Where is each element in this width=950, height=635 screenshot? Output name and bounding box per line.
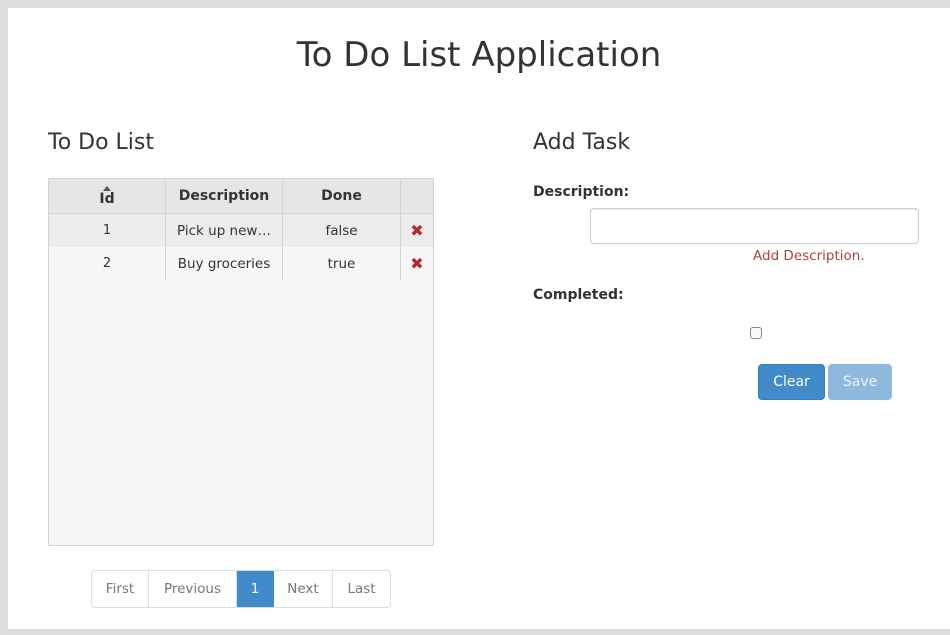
pagination-first[interactable]: First <box>92 571 149 607</box>
cell-description: Buy groceries <box>166 247 283 280</box>
column-header-done[interactable]: Done <box>283 179 401 213</box>
description-error: Add Description. <box>753 248 865 264</box>
page: To Do List Application To Do List Id Des… <box>8 8 950 629</box>
column-header-description[interactable]: Description <box>166 179 283 213</box>
delete-cell: ✖ <box>401 214 433 247</box>
pagination-next[interactable]: Next <box>274 571 333 607</box>
delete-cell: ✖ <box>401 247 433 280</box>
pagination-previous[interactable]: Previous <box>149 571 237 607</box>
cell-done: true <box>283 247 401 280</box>
cell-description: Pick up new… <box>166 214 283 247</box>
list-title: To Do List <box>48 130 155 155</box>
pagination-page-current[interactable]: 1 <box>237 571 274 607</box>
completed-label: Completed: <box>533 287 624 303</box>
todo-grid: Id Description Done 1 Pick up new… false… <box>48 178 434 546</box>
cell-id: 2 <box>49 247 166 280</box>
pagination: First Previous 1 Next Last <box>91 570 391 608</box>
form-title: Add Task <box>533 130 631 155</box>
table-row[interactable]: 1 Pick up new… false ✖ <box>49 214 433 247</box>
delete-icon[interactable]: ✖ <box>410 221 423 240</box>
cell-done: false <box>283 214 401 247</box>
column-header-id-label: Id <box>99 191 115 207</box>
delete-icon[interactable]: ✖ <box>410 254 423 273</box>
save-button[interactable]: Save <box>828 364 892 400</box>
cell-id: 1 <box>49 214 166 247</box>
completed-checkbox[interactable] <box>750 327 762 339</box>
grid-header: Id Description Done <box>49 179 433 214</box>
description-label: Description: <box>533 184 630 200</box>
pagination-last[interactable]: Last <box>333 571 390 607</box>
app-title: To Do List Application <box>296 35 662 75</box>
table-row[interactable]: 2 Buy groceries true ✖ <box>49 247 433 280</box>
description-input[interactable] <box>590 208 919 244</box>
column-header-actions <box>401 179 433 213</box>
clear-button[interactable]: Clear <box>758 364 825 400</box>
column-header-id[interactable]: Id <box>49 179 166 213</box>
